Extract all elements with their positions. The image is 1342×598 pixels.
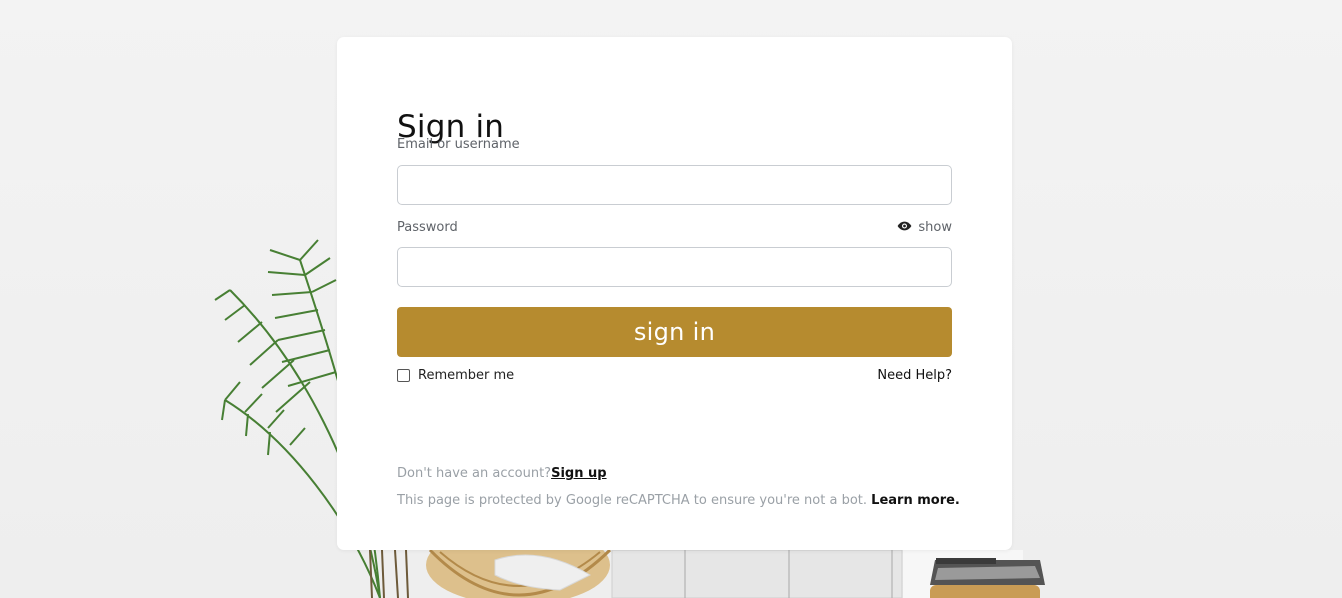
recaptcha-text: This page is protected by Google reCAPTC…: [397, 493, 868, 508]
remember-me-label: Remember me: [418, 368, 515, 383]
password-field[interactable]: [397, 247, 952, 287]
learn-more-link[interactable]: Learn more.: [871, 493, 960, 508]
eye-icon: [897, 220, 912, 235]
password-label: Password: [397, 220, 458, 235]
recaptcha-notice: This page is protected by Google reCAPTC…: [397, 493, 960, 508]
signup-prompt: Don't have an account?Sign up: [397, 466, 607, 481]
show-password-toggle[interactable]: show: [897, 220, 952, 235]
towel-basket-illustration: [930, 558, 1045, 598]
email-label: Email or username: [397, 137, 520, 152]
eye-icon-svg: [898, 221, 912, 231]
remember-me-checkbox[interactable]: [397, 369, 410, 382]
remember-me[interactable]: Remember me: [397, 368, 514, 383]
sign-up-link[interactable]: Sign up: [551, 466, 606, 481]
show-password-label: show: [918, 220, 952, 235]
need-help-link[interactable]: Need Help?: [877, 368, 952, 383]
signin-card: Sign in Email or username Password show …: [337, 37, 1012, 550]
email-field[interactable]: [397, 165, 952, 205]
no-account-text: Don't have an account?: [397, 466, 552, 481]
sign-in-button[interactable]: sign in: [397, 307, 952, 357]
